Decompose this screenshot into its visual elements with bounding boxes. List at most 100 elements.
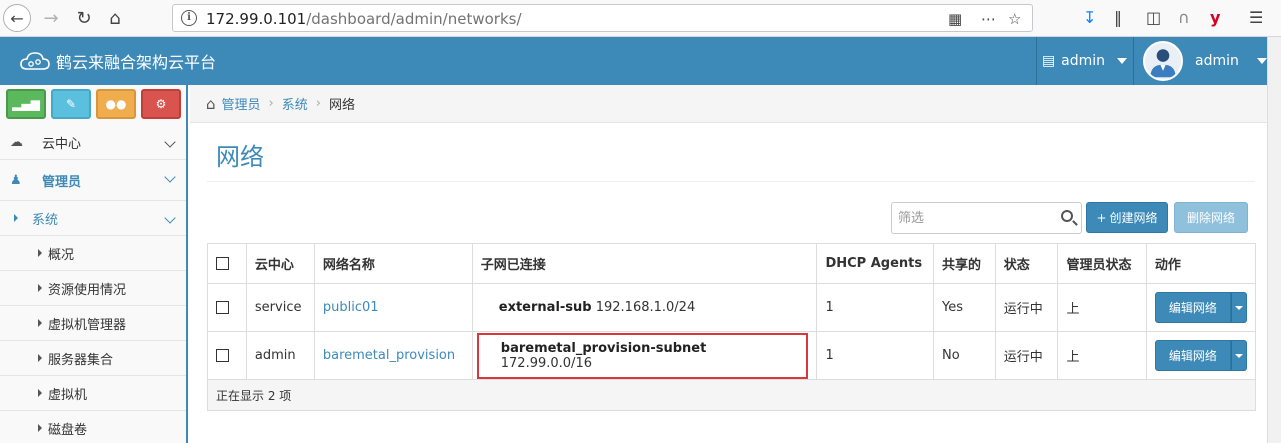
create-network-button[interactable]: + 创建网络 [1086, 202, 1168, 233]
row-select-cell [207, 283, 247, 332]
column-header[interactable]: 管理员状态 [1057, 243, 1147, 284]
row-checkbox[interactable] [216, 349, 229, 362]
sidebar-item-resource-usage[interactable]: 资源使用情况 [0, 271, 186, 306]
actions-dropdown-toggle[interactable] [1230, 340, 1247, 371]
gears-icon: ⚙ [155, 97, 167, 111]
admin-state-cell: 上 [1057, 283, 1147, 332]
edit-shortcut-button[interactable]: ✎ [51, 89, 91, 119]
extension-icon[interactable]: ∩ [1178, 8, 1190, 27]
sidebar-item-hypervisors[interactable]: 虚拟机管理器 [0, 306, 186, 341]
actions-cell: 编辑网络 [1145, 283, 1257, 332]
url-host: 172.99.0.101 [206, 10, 307, 28]
caret-right-icon [38, 284, 42, 292]
admin-user-icon: ♟ [10, 172, 22, 188]
page-scrollbar[interactable] [1267, 37, 1281, 443]
breadcrumb-networks: 网络 [328, 98, 355, 113]
qr-code-icon[interactable]: ▦ [948, 10, 962, 28]
library-icon[interactable]: ‖ [1114, 8, 1122, 27]
sidebar-item-system[interactable]: 系统 [0, 201, 186, 236]
caret-right-icon [38, 354, 42, 362]
main-content: ⌂ 管理员 › 系统 › 网络 网络 + 创建网络 删除网络 云中心 网络名称 … [190, 85, 1267, 443]
edit-network-button[interactable]: 编辑网络 [1154, 292, 1231, 323]
column-header: 动作 [1145, 243, 1257, 284]
networks-table: 云中心 网络名称 子网已连接 DHCP Agents 共享的 状态 管理员状态 … [207, 243, 1257, 411]
column-header[interactable]: DHCP Agents [816, 243, 935, 284]
address-bar[interactable]: i 172.99.0.101/dashboard/admin/networks/… [172, 4, 1033, 32]
row-select-cell [207, 331, 247, 380]
row-actions: 编辑网络 [1154, 340, 1247, 371]
table-row: service public01 external-sub 192.168.1.… [207, 283, 1257, 332]
column-header[interactable]: 网络名称 [313, 243, 473, 284]
chevron-down-icon [1256, 58, 1267, 64]
brand[interactable]: 鹤云来融合架构云平台 [20, 49, 216, 73]
breadcrumb-admin[interactable]: 管理员 [222, 94, 261, 113]
column-header[interactable]: 子网已连接 [471, 243, 818, 284]
url-text[interactable]: 172.99.0.101/dashboard/admin/networks/ [206, 10, 522, 28]
project-menu-label: admin [1061, 53, 1106, 69]
signal-shortcut-button[interactable]: ▂▄▆ [6, 89, 46, 119]
menu-icon[interactable]: ☰ [1249, 8, 1263, 27]
column-header[interactable]: 共享的 [933, 243, 996, 284]
actions-dropdown-toggle[interactable] [1230, 292, 1247, 323]
network-name-link[interactable]: public01 [313, 283, 473, 332]
sidebar-item-label: 磁盘卷 [48, 422, 88, 438]
sidebar-item-overview[interactable]: 概况 [0, 236, 186, 271]
sidebar-item-instances[interactable]: 虚拟机 [0, 376, 186, 411]
network-name-link[interactable]: baremetal_provision [313, 331, 473, 380]
settings-shortcut-button[interactable]: ⚙ [141, 89, 181, 119]
select-all-checkbox[interactable] [216, 257, 229, 270]
delete-networks-button[interactable]: 删除网络 [1174, 202, 1248, 233]
avatar [1143, 41, 1183, 81]
site-info-icon[interactable]: i [181, 10, 197, 26]
status-cell: 运行中 [994, 331, 1059, 380]
sidebar-item-label: 概况 [48, 247, 75, 263]
download-icon[interactable]: ↧ [1083, 8, 1096, 27]
plus-icon: + [1096, 210, 1107, 225]
shortcut-buttons: ▂▄▆ ✎ ●● ⚙ [0, 85, 186, 125]
item-count: 正在显示 2 项 [207, 379, 1256, 411]
page-actions-icon[interactable]: ⋯ [981, 10, 997, 28]
sidebar-item-host-aggregates[interactable]: 服务器集合 [0, 341, 186, 376]
subnet-name: external-sub [498, 300, 592, 315]
sidebar-item-admin[interactable]: ♟ 管理员 [0, 160, 186, 201]
project-menu[interactable]: ▤ admin [1036, 37, 1132, 85]
sidebar-item-volumes[interactable]: 磁盘卷 [0, 411, 186, 443]
sidebar-item-label: 管理员 [42, 174, 82, 190]
subnet-cidr: 172.99.0.0/16 [500, 355, 592, 371]
forward-button[interactable]: → [37, 4, 65, 32]
user-menu-label: admin [1195, 53, 1239, 69]
back-button[interactable]: ← [3, 4, 31, 32]
breadcrumb: ⌂ 管理员 › 系统 › 网络 [190, 85, 1267, 123]
addon-y-icon[interactable]: y [1210, 8, 1220, 27]
home-button[interactable]: ⌂ [101, 4, 129, 32]
bookmark-star-icon[interactable]: ☆ [1008, 10, 1021, 28]
sidebar-item-label: 虚拟机 [48, 387, 88, 403]
sidebar-item-label: 服务器集合 [48, 352, 114, 368]
project-cell: service [245, 283, 315, 332]
browser-toolbar: ← → ↻ ⌂ i 172.99.0.101/dashboard/admin/n… [0, 0, 1281, 37]
search-icon[interactable] [1061, 210, 1073, 222]
filter-input[interactable] [898, 204, 1048, 232]
subnet-cidr: 192.168.1.0/24 [595, 300, 696, 315]
admin-state-cell: 上 [1057, 331, 1147, 380]
users-shortcut-button[interactable]: ●● [96, 89, 136, 119]
reload-button[interactable]: ↻ [70, 4, 98, 32]
chevron-down-icon [164, 136, 176, 148]
sidebar-toggle-icon[interactable]: ◫ [1146, 8, 1161, 27]
caret-right-icon [14, 214, 18, 222]
caret-right-icon [38, 249, 42, 257]
home-icon[interactable]: ⌂ [206, 95, 216, 113]
edit-network-button[interactable]: 编辑网络 [1154, 340, 1231, 371]
sidebar: ▂▄▆ ✎ ●● ⚙ ☁ 云中心 ♟ 管理员 系统 概况 资源使用情况 虚拟机管… [0, 85, 188, 443]
caret-right-icon [38, 319, 42, 327]
title-divider [207, 181, 1255, 182]
user-menu[interactable]: admin [1133, 37, 1267, 85]
column-header[interactable]: 云中心 [245, 243, 315, 284]
signal-icon: ▂▄▆ [12, 97, 40, 111]
row-checkbox[interactable] [216, 301, 229, 314]
row-actions: 编辑网络 [1154, 292, 1247, 323]
sidebar-item-cloud-center[interactable]: ☁ 云中心 [0, 125, 186, 160]
column-header[interactable]: 状态 [994, 243, 1059, 284]
breadcrumb-system[interactable]: 系统 [282, 94, 308, 113]
chevron-down-icon [1234, 305, 1243, 310]
